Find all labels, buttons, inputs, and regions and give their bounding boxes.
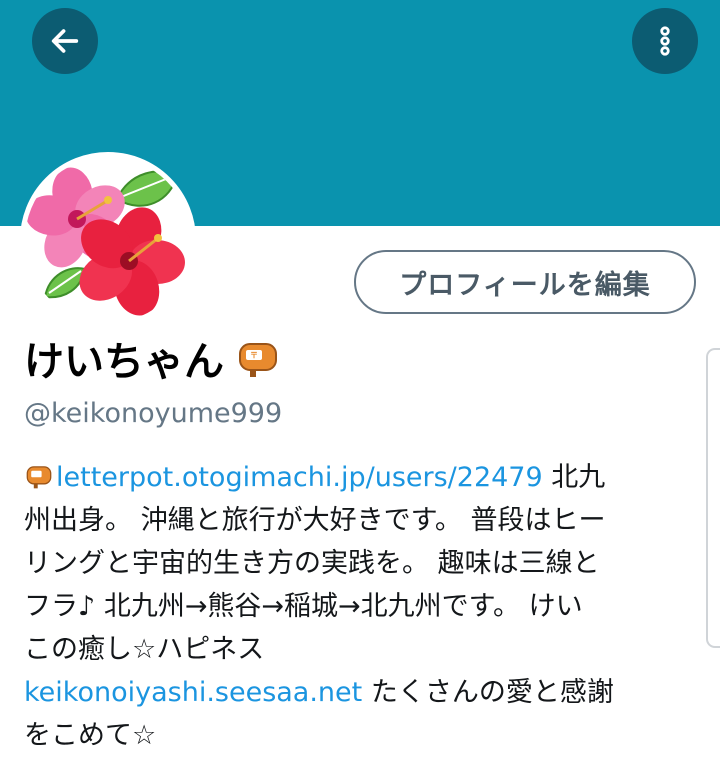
bio-line-5: この癒し☆ハピネス <box>24 634 265 665</box>
bio-line-7: をこめて☆ <box>24 720 157 751</box>
bio-line-2: 州出身。 沖縄と旅行が大好きです。 普段はヒー <box>24 505 606 536</box>
bio-line-4: フラ♪ 北九州→熊谷→稲城→北九州です。 けい <box>24 591 583 622</box>
profile-bio: letterpot.otogimachi.jp/users/22479 北九 州… <box>24 456 692 757</box>
letterpot-link[interactable]: letterpot.otogimachi.jp/users/22479 <box>56 462 543 493</box>
user-handle: @keikonoyume999 <box>24 398 283 429</box>
letterpot-mailbox-icon <box>26 466 52 489</box>
svg-text:〒: 〒 <box>250 351 258 360</box>
edit-profile-button[interactable]: プロフィールを編集 <box>354 250 696 314</box>
back-button[interactable] <box>32 8 98 74</box>
letterpot-mailbox-icon: 〒 <box>239 343 277 377</box>
hibiscus-avatar <box>25 157 191 323</box>
bio-line-1: letterpot.otogimachi.jp/users/22479 北九 <box>24 456 692 499</box>
bio-text-6: たくさんの愛と感謝 <box>362 677 614 708</box>
display-name: けいちゃん <box>24 339 224 385</box>
arrow-left-icon <box>51 29 79 53</box>
bio-line-6: keikonoiyashi.seesaa.net たくさんの愛と感謝 <box>24 671 692 714</box>
display-name-row: けいちゃん 〒 <box>24 332 280 385</box>
bio-text-1: 北九 <box>542 462 606 493</box>
profile-avatar[interactable] <box>20 152 196 328</box>
scrollbar-handle[interactable] <box>706 348 720 648</box>
more-vertical-icon <box>660 26 670 56</box>
bio-line-3: リングと宇宙的生き方の実践を。 趣味は三線と <box>24 548 600 579</box>
blog-link[interactable]: keikonoiyashi.seesaa.net <box>24 677 362 708</box>
more-options-button[interactable] <box>632 8 698 74</box>
